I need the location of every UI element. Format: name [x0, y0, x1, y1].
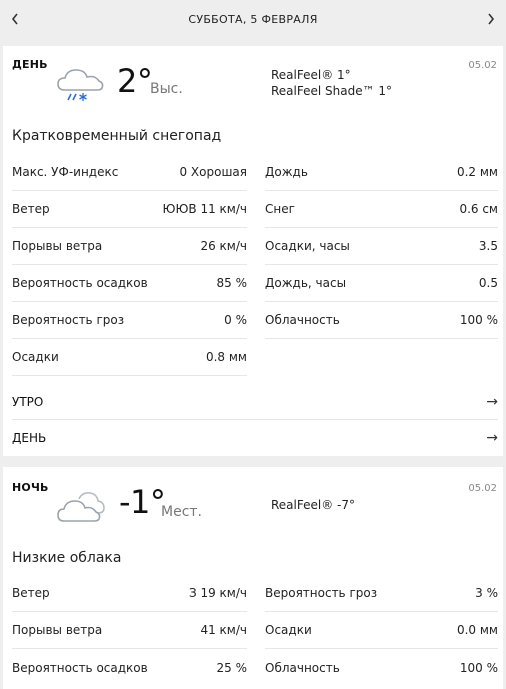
forecast-date: 05.02: [468, 60, 497, 71]
realfeel-shade-value: RealFeel Shade™ 1°: [271, 84, 393, 98]
detail-value: 3.5: [478, 239, 498, 253]
detail-row: Дождь, часы 0.5: [265, 265, 498, 302]
detail-label: Вероятность гроз: [265, 586, 378, 600]
link-label: УТРО: [12, 394, 44, 409]
realfeel-block: RealFeel® -7°: [271, 497, 355, 513]
detail-row: Вероятность гроз 0 %: [12, 302, 247, 339]
detail-row: Осадки 0.0 мм: [265, 612, 498, 649]
detail-label: Дождь, часы: [265, 276, 347, 290]
detail-label: Дождь: [265, 165, 308, 179]
detail-label: Ветер: [12, 202, 50, 216]
date-navigation-bar: СУББОТА, 5 ФЕВРАЛЯ: [0, 0, 506, 38]
detail-label: Осадки: [265, 623, 312, 637]
detail-value: 0.5: [478, 276, 498, 290]
detail-label: Облачность: [265, 660, 340, 675]
detail-label: Порывы ветра: [12, 239, 103, 253]
temperature-label: Выс.: [150, 81, 183, 97]
detail-value: ЮЮВ 11 км/ч: [162, 202, 247, 216]
chevron-right-icon[interactable]: [481, 8, 501, 30]
weather-phrase: Кратковременный снегопад: [12, 128, 222, 144]
cloud-icon: [55, 485, 107, 527]
realfeel-value: RealFeel® -7°: [271, 498, 355, 512]
temperature-value: -1°: [119, 483, 166, 521]
detail-value: 0 Хорошая: [179, 165, 247, 179]
detail-value: 0 %: [224, 313, 247, 327]
arrow-right-icon: →: [486, 393, 498, 410]
detail-value: 85 %: [216, 276, 248, 290]
detail-row: Снег 0.6 см: [265, 191, 498, 228]
date-title: СУББОТА, 5 ФЕВРАЛЯ: [188, 12, 318, 26]
realfeel-block: RealFeel® 1° RealFeel Shade™ 1°: [271, 67, 392, 99]
detail-label: Снег: [265, 202, 295, 216]
forecast-date: 05.02: [468, 483, 497, 494]
realfeel-value: RealFeel® 1°: [271, 68, 351, 82]
detail-value: 0.8 мм: [205, 350, 247, 364]
period-label: ДЕНЬ: [12, 58, 48, 71]
morning-link[interactable]: УТРО →: [12, 384, 498, 420]
period-label: НОЧЬ: [12, 481, 49, 494]
detail-row: Вероятность осадков 85 %: [12, 265, 247, 302]
detail-value: 0.0 мм: [456, 623, 498, 637]
detail-row: Макс. УФ-индекс 0 Хорошая: [12, 154, 247, 191]
detail-label: Ветер: [12, 586, 50, 600]
detail-value: 26 км/ч: [200, 239, 247, 253]
detail-value: 0.2 мм: [456, 165, 498, 179]
temperature-value: 2°: [117, 62, 153, 100]
weather-phrase: Низкие облака: [12, 550, 122, 566]
detail-row: Порывы ветра 41 км/ч: [12, 612, 247, 649]
detail-row: Порывы ветра 26 км/ч: [12, 228, 247, 265]
detail-row: Облачность 100 %: [265, 649, 498, 686]
night-forecast-card: НОЧЬ 05.02 -1° Мест. RealFeel® -7° Низки…: [3, 467, 503, 689]
detail-row: Ветер ЮЮВ 11 км/ч: [12, 191, 247, 228]
detail-row: Дождь 0.2 мм: [265, 154, 498, 191]
detail-label: Макс. УФ-индекс: [12, 165, 119, 179]
detail-label: Вероятность осадков: [12, 276, 148, 290]
detail-label: Облачность: [265, 313, 340, 327]
detail-row: Вероятность осадков 25 %: [12, 649, 247, 686]
link-label: ДЕНЬ: [12, 431, 47, 445]
detail-label: Порывы ветра: [12, 623, 103, 637]
detail-label: Вероятность осадков: [12, 660, 148, 675]
detail-label: Осадки, часы: [265, 239, 350, 253]
detail-row: Осадки, часы 3.5: [265, 228, 498, 265]
detail-row: Осадки 0.8 мм: [12, 339, 247, 376]
detail-row: Облачность 100 %: [265, 302, 498, 339]
detail-row: Вероятность гроз 3 %: [265, 575, 498, 612]
detail-value: 100 %: [459, 313, 498, 327]
cloud-snow-icon: [55, 62, 107, 104]
day-link[interactable]: ДЕНЬ →: [12, 420, 498, 456]
day-forecast-card: ДЕНЬ 05.02 2° Выс. RealFeel® 1° RealFeel…: [3, 46, 503, 456]
detail-value: 41 км/ч: [200, 623, 247, 637]
detail-label: Осадки: [12, 350, 59, 364]
detail-value: 0.6 см: [459, 202, 498, 216]
detail-value: З 19 км/ч: [188, 586, 247, 600]
chevron-left-icon[interactable]: [5, 8, 25, 30]
temperature-label: Мест.: [161, 504, 202, 520]
arrow-right-icon: →: [486, 430, 498, 446]
detail-value: 3 %: [475, 586, 498, 600]
detail-value: 25 %: [216, 660, 248, 675]
detail-label: Вероятность гроз: [12, 313, 125, 327]
detail-value: 100 %: [459, 660, 498, 675]
detail-row: Ветер З 19 км/ч: [12, 575, 247, 612]
